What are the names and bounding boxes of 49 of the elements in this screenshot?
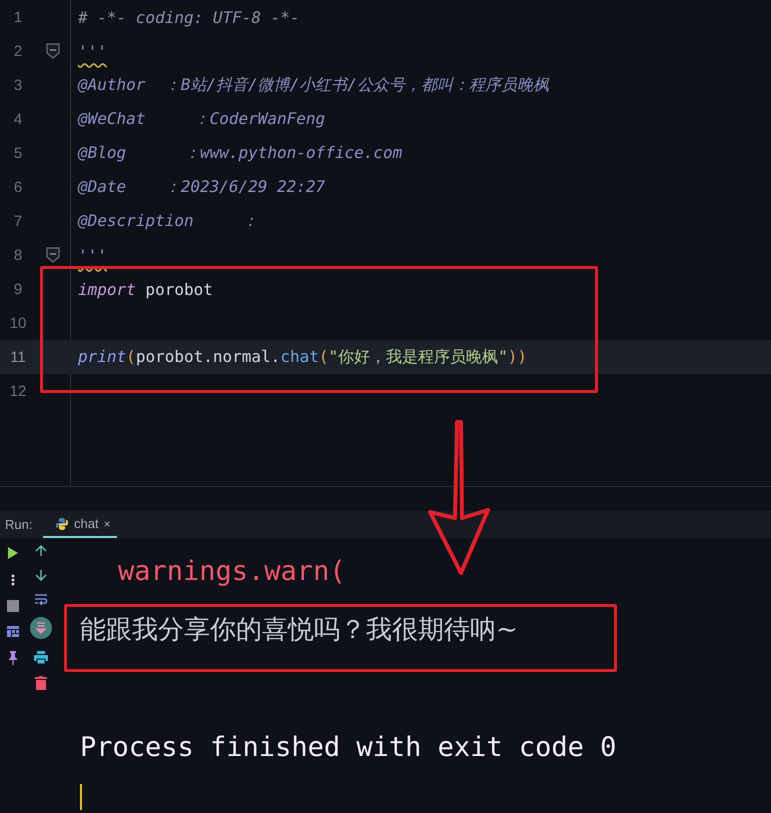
- soft-wrap-icon[interactable]: [34, 593, 48, 605]
- line-number: 10: [8, 314, 28, 332]
- fold-icon[interactable]: [46, 247, 60, 263]
- code-text: "你好，我是程序员晚枫": [328, 346, 508, 366]
- code-text: ''': [78, 246, 107, 264]
- line-number: 9: [12, 280, 24, 298]
- print-icon[interactable]: [34, 651, 48, 664]
- line-number: 4: [12, 110, 24, 128]
- line-number: 12: [8, 382, 28, 400]
- code-text: porobot.normal.: [136, 346, 280, 366]
- trash-icon[interactable]: [35, 676, 47, 690]
- text-cursor: [80, 784, 82, 810]
- line-number: 8: [12, 246, 24, 264]
- console-text: 能跟我分享你的喜悦吗？我很期待呐~: [80, 614, 518, 646]
- fold-icon[interactable]: [46, 43, 60, 59]
- code-text: chat: [280, 346, 319, 366]
- pin-icon[interactable]: [8, 651, 18, 665]
- python-icon: [55, 516, 69, 530]
- code-text: @WeChat ：CoderWanFeng: [78, 108, 326, 128]
- code-text: )): [508, 346, 528, 366]
- line-number: 3: [12, 76, 24, 94]
- line-number: 2: [12, 42, 24, 60]
- scroll-to-end-icon[interactable]: [30, 617, 52, 639]
- more-icon[interactable]: [11, 574, 15, 586]
- code-text: @Author ：B站/抖音/微博/小红书/公众号，都叫：程序员晚枫: [78, 74, 549, 94]
- code-text: @Blog ：www.python-office.com: [78, 142, 402, 162]
- code-text: import: [78, 280, 136, 298]
- up-arrow-icon[interactable]: [35, 545, 47, 557]
- code-text: porobot: [144, 280, 213, 298]
- console-text: warnings.warn(: [118, 556, 346, 586]
- code-text: ''': [78, 42, 107, 60]
- layout-icon[interactable]: [7, 626, 19, 637]
- code-text: @Description ：: [78, 210, 258, 230]
- line-number: 11: [9, 348, 27, 366]
- line-number: 1: [12, 8, 24, 26]
- code-text: # -*- coding: UTF-8 -*-: [78, 8, 300, 26]
- console-text: Process finished with exit code 0: [80, 732, 616, 762]
- line-number: 7: [12, 212, 24, 230]
- code-text: print: [78, 346, 126, 366]
- run-label: Run:: [4, 516, 34, 534]
- code-text: (: [126, 346, 136, 366]
- run-tab[interactable]: chat ×: [43, 511, 117, 538]
- line-number: 6: [12, 178, 24, 196]
- code-text: @Date ：2023/6/29 22:27: [78, 176, 326, 196]
- run-icon[interactable]: [7, 546, 19, 560]
- code-text: (: [318, 346, 328, 366]
- close-icon[interactable]: ×: [104, 516, 111, 530]
- line-number: 5: [12, 144, 24, 162]
- down-arrow-icon[interactable]: [35, 569, 47, 581]
